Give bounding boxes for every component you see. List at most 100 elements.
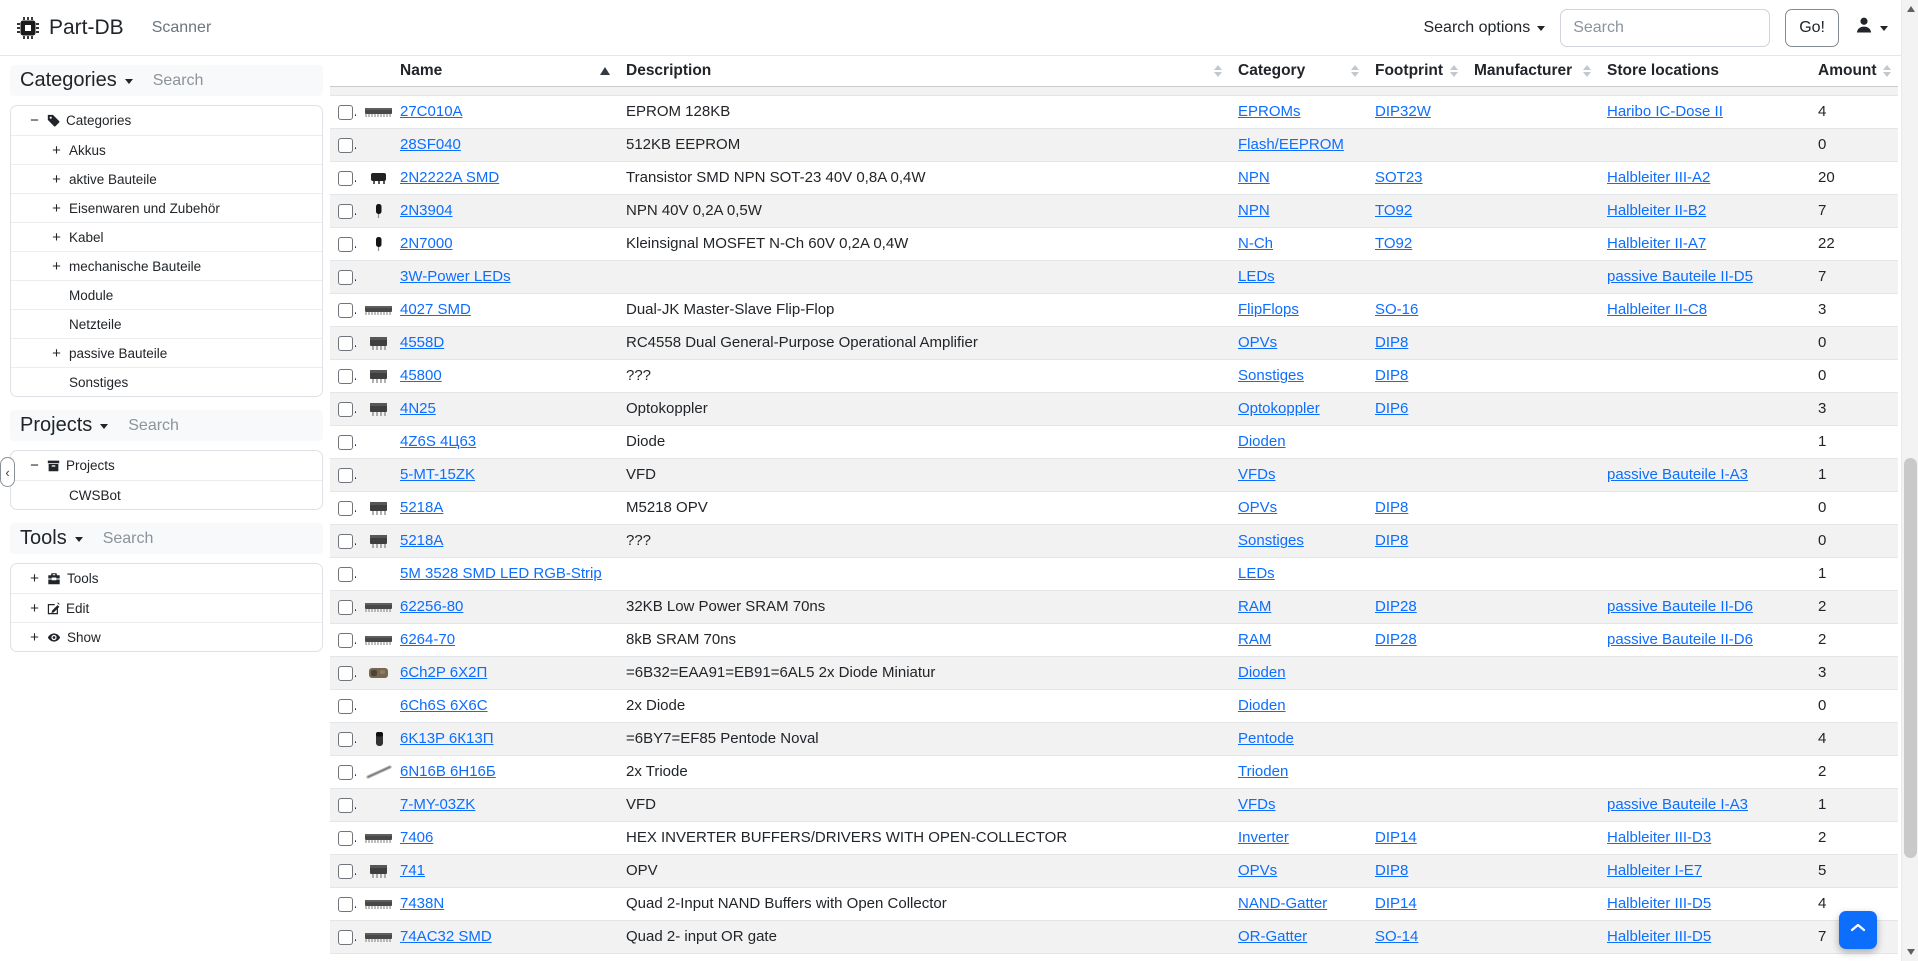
part-name-link[interactable]: 6Ch6S 6X6C <box>400 697 488 714</box>
part-name-link[interactable]: 5-MT-15ZK <box>400 466 475 483</box>
row-checkbox[interactable] <box>338 105 353 120</box>
category-link[interactable]: RAM <box>1238 598 1271 615</box>
row-checkbox[interactable] <box>338 402 353 417</box>
row-checkbox[interactable] <box>338 138 353 153</box>
footprint-link[interactable]: SO-16 <box>1375 301 1418 318</box>
expand-icon[interactable]: + <box>50 230 63 245</box>
row-checkbox[interactable] <box>338 798 353 813</box>
column-header-footprint[interactable]: Footprint <box>1367 56 1466 86</box>
store-location-link[interactable]: Halbleiter III-D5 <box>1607 895 1711 912</box>
sidebar-item-cwsbot[interactable]: CWSBot <box>11 480 322 509</box>
part-name-link[interactable]: 2N2222A SMD <box>400 169 499 186</box>
part-name-link[interactable]: 4N25 <box>400 400 436 417</box>
part-name-link[interactable]: 74AC32 SMD <box>400 928 492 945</box>
category-link[interactable]: RAM <box>1238 631 1271 648</box>
part-name-link[interactable]: 7406 <box>400 829 433 846</box>
user-menu[interactable] <box>1854 15 1888 40</box>
row-checkbox[interactable] <box>338 600 353 615</box>
part-name-link[interactable]: 28SF040 <box>400 136 461 153</box>
footprint-link[interactable]: DIP8 <box>1375 532 1408 549</box>
row-checkbox[interactable] <box>338 567 353 582</box>
store-location-link[interactable]: Haribo IC-Dose II <box>1607 103 1723 120</box>
category-link[interactable]: VFDs <box>1238 796 1276 813</box>
category-link[interactable]: LEDs <box>1238 565 1275 582</box>
footprint-link[interactable]: DIP6 <box>1375 400 1408 417</box>
part-name-link[interactable]: 7438N <box>400 895 444 912</box>
category-link[interactable]: Dioden <box>1238 697 1286 714</box>
row-checkbox[interactable] <box>338 303 353 318</box>
nav-scanner-link[interactable]: Scanner <box>152 19 212 37</box>
sidebar-item-netzteile[interactable]: Netzteile <box>11 309 322 338</box>
row-checkbox[interactable] <box>338 468 353 483</box>
footprint-link[interactable]: DIP14 <box>1375 895 1417 912</box>
sidebar-item-tools[interactable]: +Tools <box>11 564 322 593</box>
sidebar-item-projects[interactable]: −Projects <box>11 451 322 480</box>
row-checkbox[interactable] <box>338 633 353 648</box>
sidebar-item-kabel[interactable]: +Kabel <box>11 222 322 251</box>
footprint-link[interactable]: SOT23 <box>1375 169 1423 186</box>
categories-search-input[interactable] <box>151 71 291 91</box>
category-link[interactable]: NPN <box>1238 202 1270 219</box>
store-location-link[interactable]: Halbleiter II-A7 <box>1607 235 1706 252</box>
part-name-link[interactable]: 7-MY-03ZK <box>400 796 475 813</box>
category-link[interactable]: Trioden <box>1238 763 1288 780</box>
row-checkbox[interactable] <box>338 831 353 846</box>
part-name-link[interactable]: 5218A <box>400 499 443 516</box>
sidebar-item-aktive-bauteile[interactable]: +aktive Bauteile <box>11 164 322 193</box>
projects-search-input[interactable] <box>126 416 266 436</box>
row-checkbox[interactable] <box>338 699 353 714</box>
sidebar-item-categories[interactable]: −Categories <box>11 106 322 135</box>
row-checkbox[interactable] <box>338 930 353 945</box>
collapse-icon[interactable]: − <box>28 458 41 473</box>
column-header-category[interactable]: Category <box>1230 56 1367 86</box>
part-name-link[interactable]: 6Ch2P 6X2П <box>400 664 487 681</box>
row-checkbox[interactable] <box>338 501 353 516</box>
part-name-link[interactable]: 2N3904 <box>400 202 453 219</box>
store-location-link[interactable]: Halbleiter III-D3 <box>1607 829 1711 846</box>
search-input[interactable] <box>1560 9 1770 47</box>
store-location-link[interactable]: Halbleiter II-C8 <box>1607 301 1707 318</box>
row-checkbox[interactable] <box>338 864 353 879</box>
row-checkbox[interactable] <box>338 237 353 252</box>
part-name-link[interactable]: 6K13P 6К13П <box>400 730 493 747</box>
part-name-link[interactable]: 6264-70 <box>400 631 455 648</box>
column-header-description[interactable]: Description <box>618 56 1230 86</box>
category-link[interactable]: Pentode <box>1238 730 1294 747</box>
sidebar-item-sonstiges[interactable]: Sonstiges <box>11 367 322 396</box>
column-header-store-locations[interactable]: Store locations <box>1599 56 1810 86</box>
sidebar-item-eisenwaren-und-zubeh-r[interactable]: +Eisenwaren und Zubehör <box>11 193 322 222</box>
store-location-link[interactable]: passive Bauteile I-A3 <box>1607 796 1748 813</box>
part-name-link[interactable]: 4558D <box>400 334 444 351</box>
category-link[interactable]: NAND-Gatter <box>1238 895 1327 912</box>
category-link[interactable]: FlipFlops <box>1238 301 1299 318</box>
row-checkbox[interactable] <box>338 897 353 912</box>
row-checkbox[interactable] <box>338 171 353 186</box>
part-name-link[interactable]: 5M 3528 SMD LED RGB-Strip <box>400 565 602 582</box>
expand-icon[interactable]: + <box>28 571 41 586</box>
category-link[interactable]: Inverter <box>1238 829 1289 846</box>
vertical-scrollbar[interactable] <box>1901 0 1918 961</box>
app-brand[interactable]: Part-DB <box>16 16 124 40</box>
category-link[interactable]: OPVs <box>1238 499 1277 516</box>
footprint-link[interactable]: DIP8 <box>1375 862 1408 879</box>
store-location-link[interactable]: passive Bauteile II-D6 <box>1607 598 1753 615</box>
category-link[interactable]: OPVs <box>1238 334 1277 351</box>
row-checkbox[interactable] <box>338 765 353 780</box>
scrollbar-thumb[interactable] <box>1904 458 1917 858</box>
footprint-link[interactable]: DIP14 <box>1375 829 1417 846</box>
store-location-link[interactable]: passive Bauteile II-D6 <box>1607 631 1753 648</box>
category-link[interactable]: OPVs <box>1238 862 1277 879</box>
part-name-link[interactable]: 45800 <box>400 367 442 384</box>
scrollbar-up-icon[interactable] <box>1907 6 1915 12</box>
column-header-name[interactable]: Name <box>392 56 618 86</box>
category-link[interactable]: Dioden <box>1238 433 1286 450</box>
search-options-dropdown[interactable]: Search options <box>1423 19 1545 37</box>
footprint-link[interactable]: TO92 <box>1375 202 1412 219</box>
collapse-icon[interactable]: − <box>28 113 41 128</box>
category-link[interactable]: OR-Gatter <box>1238 928 1307 945</box>
part-name-link[interactable]: 741 <box>400 862 425 879</box>
category-link[interactable]: NPN <box>1238 169 1270 186</box>
footprint-link[interactable]: DIP8 <box>1375 499 1408 516</box>
scroll-to-top-button[interactable] <box>1839 911 1877 949</box>
sidebar-item-show[interactable]: +Show <box>11 622 322 651</box>
